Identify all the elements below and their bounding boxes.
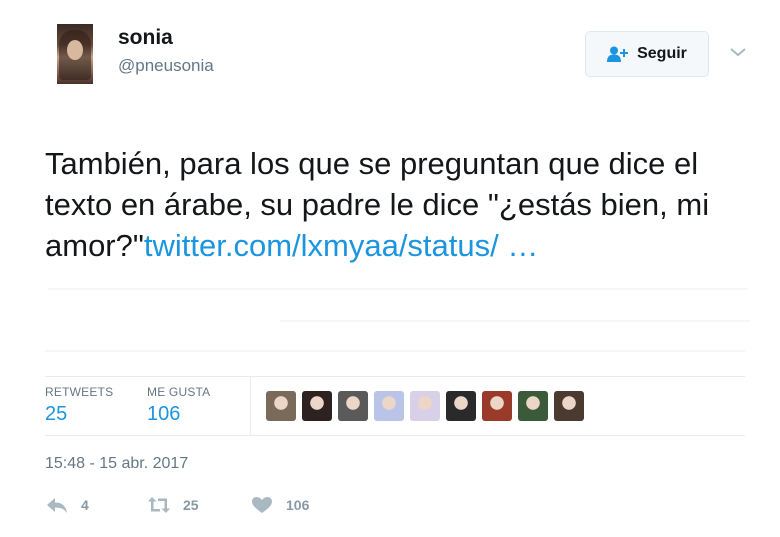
liker-avatar[interactable] — [482, 391, 512, 421]
tweet-text: También, para los que se preguntan que d… — [45, 143, 765, 266]
likers-avatars — [266, 391, 584, 421]
embedded-media-remnant — [280, 320, 750, 322]
avatar-face — [67, 40, 83, 60]
chevron-down-icon[interactable] — [728, 42, 748, 62]
retweets-count: 25 — [45, 403, 68, 425]
reply-action[interactable]: 4 — [45, 496, 89, 514]
display-name[interactable]: sonia — [118, 26, 173, 50]
liker-avatar[interactable] — [446, 391, 476, 421]
liker-avatar[interactable] — [338, 391, 368, 421]
add-user-icon — [607, 46, 629, 62]
user-handle[interactable]: @pneusonia — [118, 56, 214, 76]
liker-avatar[interactable] — [302, 391, 332, 421]
stats-separator — [250, 377, 251, 435]
retweet-count: 25 — [183, 497, 199, 513]
embedded-media-remnant — [45, 350, 745, 352]
divider — [45, 435, 745, 436]
liker-avatar[interactable] — [518, 391, 548, 421]
follow-button-label: Seguir — [637, 45, 687, 62]
retweets-stat[interactable]: RETWEETS 25 — [45, 385, 113, 426]
likes-label: ME GUSTA — [147, 385, 211, 399]
embedded-media-remnant — [48, 288, 748, 290]
retweet-action[interactable]: 25 — [147, 496, 199, 514]
like-action[interactable]: 106 — [250, 496, 309, 514]
retweets-label: RETWEETS — [45, 385, 114, 399]
liker-avatar[interactable] — [554, 391, 584, 421]
heart-icon — [252, 497, 272, 513]
divider — [45, 376, 745, 377]
reply-icon — [47, 498, 67, 513]
reply-count: 4 — [81, 497, 89, 513]
liker-avatar[interactable] — [410, 391, 440, 421]
tweet-timestamp[interactable]: 15:48 - 15 abr. 2017 — [45, 455, 188, 473]
follow-button[interactable]: Seguir — [585, 31, 709, 77]
liker-avatar[interactable] — [374, 391, 404, 421]
tweet-link[interactable]: twitter.com/lxmyaa/status/ … — [144, 228, 539, 263]
retweet-icon — [148, 497, 170, 513]
likes-stat[interactable]: ME GUSTA 106 — [147, 385, 210, 426]
liker-avatar[interactable] — [266, 391, 296, 421]
like-count: 106 — [286, 497, 310, 513]
user-avatar[interactable] — [57, 24, 93, 84]
likes-count: 106 — [147, 403, 181, 425]
